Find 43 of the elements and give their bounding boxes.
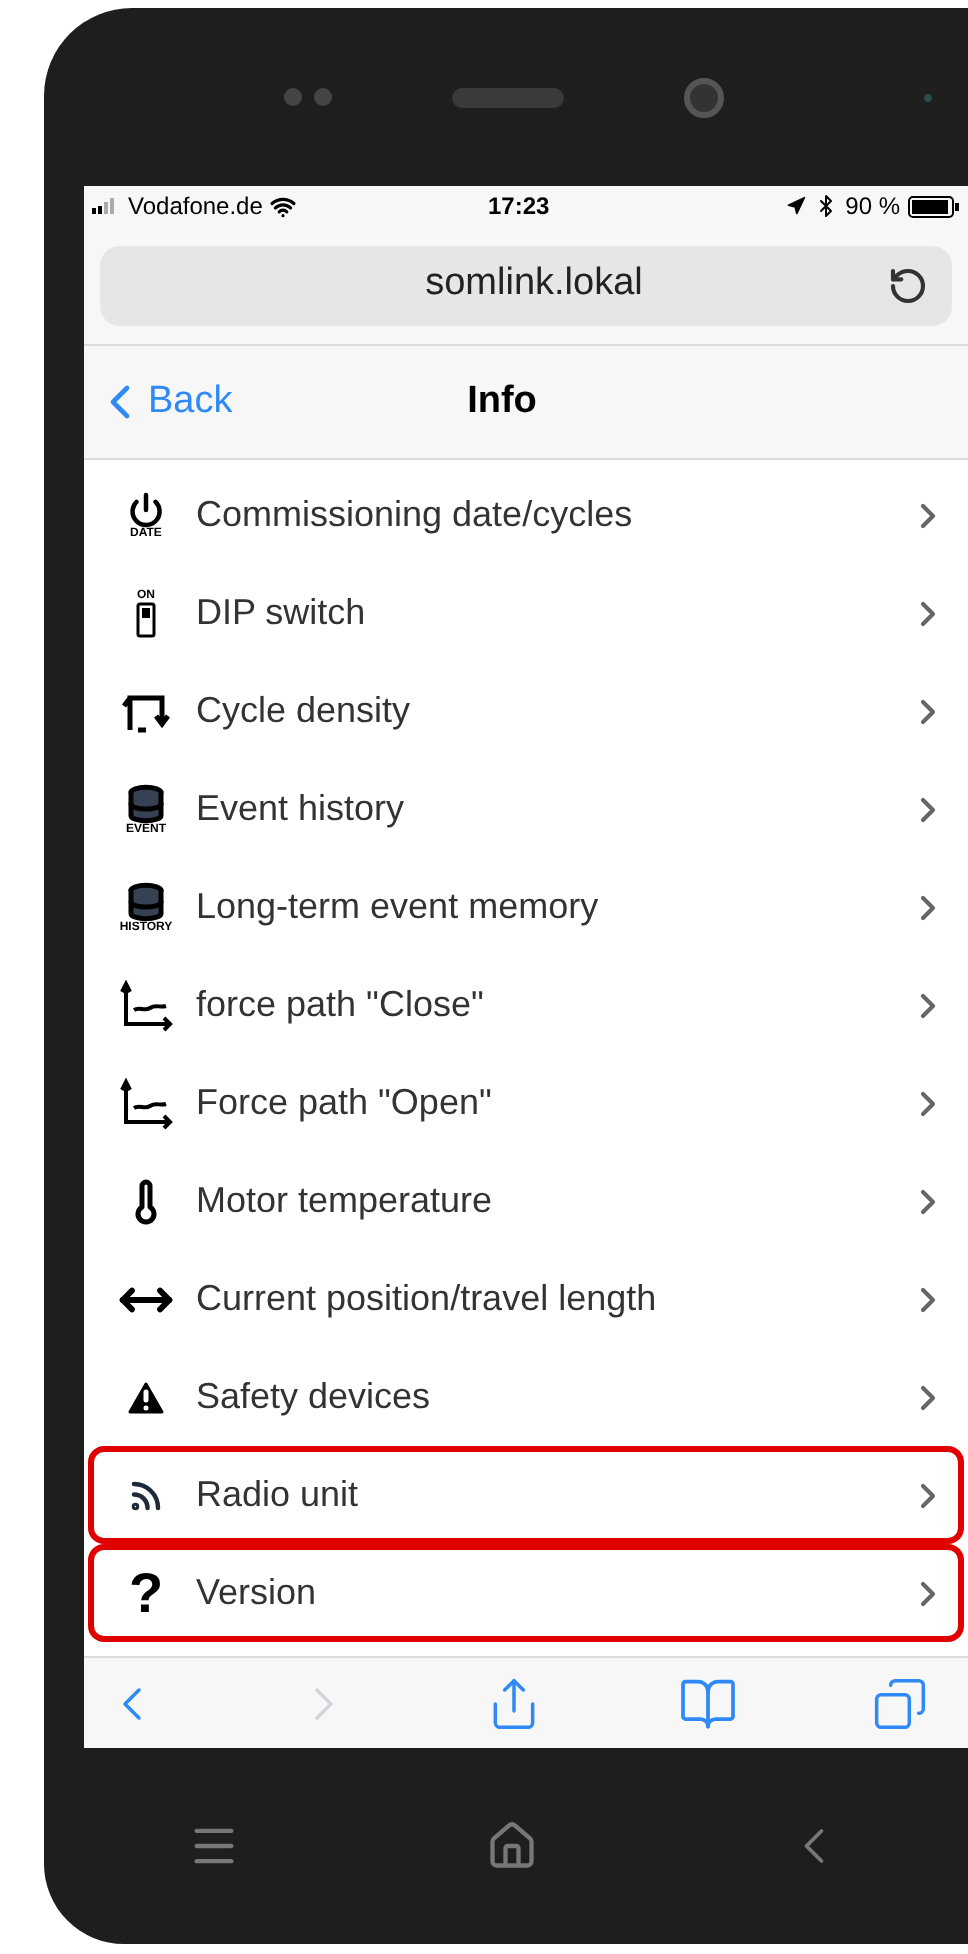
tabs-icon[interactable] <box>872 1675 928 1731</box>
database-icon <box>126 783 166 823</box>
menu-item-label: Safety devices <box>196 1374 433 1420</box>
menu-item-label: force path "Close" <box>196 982 486 1028</box>
reload-icon[interactable] <box>888 265 928 305</box>
radio-waves-icon <box>128 1477 164 1513</box>
menu-item-label: Current position/travel length <box>196 1276 659 1322</box>
menu-item[interactable]: Motor temperature <box>88 1152 964 1250</box>
menu-item-label: Event history <box>196 786 407 832</box>
menu-item-label: Long-term event memory <box>196 884 601 930</box>
chart-axes-icon <box>118 979 174 1031</box>
clock-time: 17:23 <box>488 190 550 224</box>
menu-item-label: Force path "Open" <box>196 1080 494 1126</box>
menu-item[interactable]: Safety devices <box>88 1348 964 1446</box>
chart-axes-icon <box>118 1077 174 1129</box>
database-icon <box>126 881 166 921</box>
battery-icon <box>908 195 960 217</box>
home-icon[interactable] <box>485 1820 538 1872</box>
menu-item[interactable]: Force path "Open" <box>88 1054 964 1152</box>
menu-item[interactable]: force path "Close" <box>88 956 964 1054</box>
carrier-name: Vodafone.de <box>128 190 263 224</box>
power-icon <box>128 491 164 527</box>
menu-item-label: Cycle density <box>196 688 413 734</box>
menu-item-label: DIP switch <box>196 590 368 636</box>
menu-item[interactable]: Radio unit <box>88 1446 964 1544</box>
question-mark-icon: ? <box>128 1565 164 1621</box>
switch-icon <box>136 601 156 637</box>
menu-item-label: Motor temperature <box>196 1178 495 1224</box>
signal-icon <box>92 198 120 214</box>
menu-item-label: Commissioning date/cycles <box>196 492 635 538</box>
menu-item-label: Version <box>196 1570 319 1616</box>
location-icon <box>785 196 806 216</box>
speaker-grille <box>452 87 564 107</box>
url-text: somlink.lokal <box>423 260 645 309</box>
wifi-icon <box>270 193 297 219</box>
battery-percent: 90 % <box>845 190 900 224</box>
menu-item[interactable]: Current position/travel length <box>88 1250 964 1348</box>
camera-lens <box>684 77 724 117</box>
address-bar[interactable]: somlink.lokal <box>100 245 952 325</box>
page-title: Info <box>467 377 539 426</box>
menu-item[interactable]: Cycle density <box>88 662 964 760</box>
menu-item-label: Radio unit <box>196 1472 361 1518</box>
menu-item[interactable]: ? Version <box>88 1544 964 1642</box>
